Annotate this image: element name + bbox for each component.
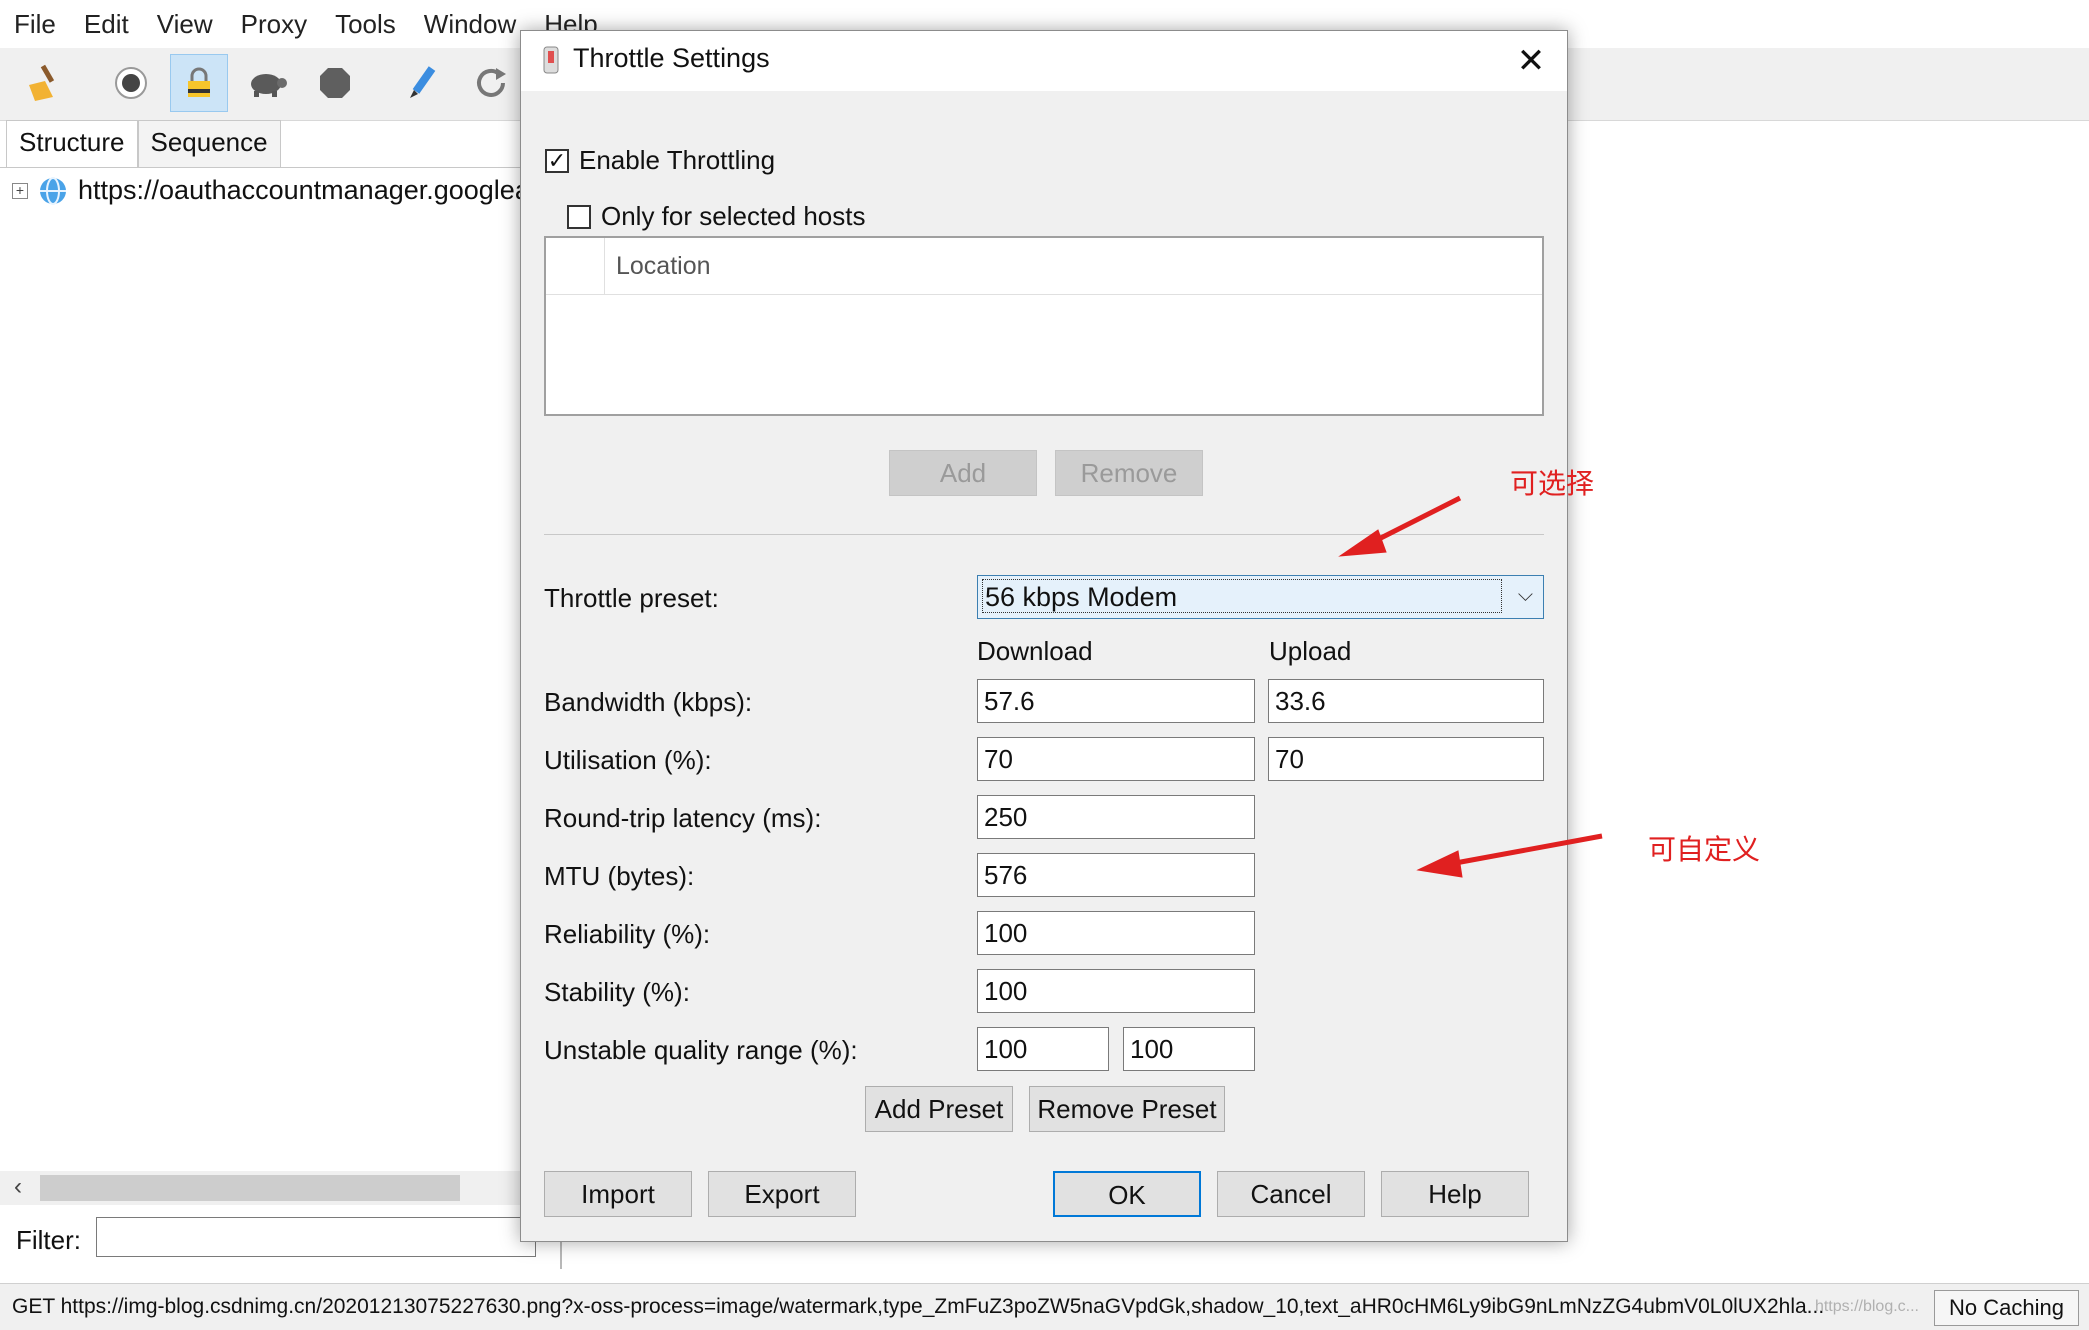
menu-view[interactable]: View: [143, 9, 227, 40]
latency-label: Round-trip latency (ms):: [544, 803, 822, 833]
no-caching-button[interactable]: No Caching: [1934, 1290, 2079, 1326]
hosts-table[interactable]: Location: [544, 236, 1544, 416]
menu-tools[interactable]: Tools: [321, 9, 410, 40]
cancel-button[interactable]: Cancel: [1217, 1171, 1365, 1217]
hosts-table-col-select: [546, 238, 605, 294]
throttle-settings-dialog: Throttle Settings ✕ ✓ Enable Throttling …: [520, 30, 1568, 1242]
enable-throttling-row[interactable]: ✓ Enable Throttling: [545, 145, 775, 176]
stability-input[interactable]: 100: [977, 969, 1255, 1013]
app-icon: [543, 46, 559, 74]
separator: [544, 534, 1544, 535]
menu-edit[interactable]: Edit: [70, 9, 143, 40]
refresh-icon[interactable]: [462, 54, 520, 112]
selected-hosts-label: Only for selected hosts: [601, 201, 866, 231]
menu-window[interactable]: Window: [410, 9, 530, 40]
ok-button[interactable]: OK: [1053, 1171, 1201, 1217]
reliability-label: Reliability (%):: [544, 919, 711, 949]
annotation-selectable: 可选择: [1510, 468, 1595, 499]
throttle-preset-label: Throttle preset:: [544, 583, 719, 613]
turtle-icon[interactable]: [238, 54, 296, 112]
mtu-input[interactable]: 576: [977, 853, 1255, 897]
filter-input[interactable]: [96, 1217, 536, 1257]
tab-structure[interactable]: Structure: [6, 120, 138, 168]
export-button[interactable]: Export: [708, 1171, 856, 1217]
upload-header: Upload: [1269, 636, 1352, 666]
utilisation-upload-input[interactable]: 70: [1268, 737, 1544, 781]
help-button[interactable]: Help: [1381, 1171, 1529, 1217]
selected-hosts-row[interactable]: Only for selected hosts: [567, 201, 865, 232]
scrollbar-thumb[interactable]: [40, 1175, 460, 1201]
enable-throttling-checkbox[interactable]: ✓: [545, 148, 569, 173]
add-preset-button[interactable]: Add Preset: [865, 1086, 1013, 1132]
download-header: Download: [977, 636, 1093, 666]
tab-sequence[interactable]: Sequence: [137, 120, 281, 167]
view-tabs: Structure Sequence: [6, 120, 281, 168]
utilisation-download-input[interactable]: 70: [977, 737, 1255, 781]
close-icon[interactable]: ✕: [1509, 39, 1553, 83]
pen-icon[interactable]: [394, 54, 452, 112]
unstable-range-min-input[interactable]: 100: [977, 1027, 1109, 1071]
bandwidth-download-input[interactable]: 57.6: [977, 679, 1255, 723]
dialog-title: Throttle Settings: [573, 43, 770, 73]
scroll-left-icon[interactable]: ‹: [14, 1173, 22, 1201]
unstable-range-max-input[interactable]: 100: [1123, 1027, 1255, 1071]
stability-label: Stability (%):: [544, 977, 690, 1007]
remove-preset-button[interactable]: Remove Preset: [1029, 1086, 1225, 1132]
annotation-customizable: 可自定义: [1648, 834, 1761, 865]
dialog-title-bar[interactable]: Throttle Settings ✕: [521, 31, 1567, 91]
tabs-divider: [0, 167, 560, 168]
add-host-button[interactable]: Add: [889, 450, 1037, 496]
watermark: https://blog.c...: [1814, 1298, 1919, 1315]
broom-icon[interactable]: [14, 54, 72, 112]
tree-item-label: https://oauthaccountmanager.googlea: [78, 175, 530, 205]
tree-item-host[interactable]: + https://oauthaccountmanager.googlea: [12, 175, 552, 206]
status-text: GET https://img-blog.csdnimg.cn/20201213…: [12, 1295, 1825, 1318]
stop-icon[interactable]: [306, 54, 364, 112]
unstable-range-label: Unstable quality range (%):: [544, 1035, 858, 1065]
record-icon[interactable]: [102, 54, 160, 112]
throttle-preset-value: 56 kbps Modem: [982, 579, 1502, 613]
import-button[interactable]: Import: [544, 1171, 692, 1217]
hosts-table-header: Location: [546, 238, 1542, 295]
utilisation-label: Utilisation (%):: [544, 745, 712, 775]
expand-icon[interactable]: +: [12, 182, 28, 199]
mtu-label: MTU (bytes):: [544, 861, 695, 891]
filter-label: Filter:: [16, 1225, 81, 1255]
menu-proxy[interactable]: Proxy: [227, 9, 321, 40]
menu-file[interactable]: File: [0, 9, 70, 40]
enable-throttling-label: Enable Throttling: [579, 145, 776, 175]
ssl-lock-icon[interactable]: [170, 54, 228, 112]
hosts-table-col-location[interactable]: Location: [616, 252, 711, 281]
globe-icon: [40, 176, 66, 205]
bandwidth-label: Bandwidth (kbps):: [544, 687, 753, 717]
reliability-input[interactable]: 100: [977, 911, 1255, 955]
remove-host-button[interactable]: Remove: [1055, 450, 1203, 496]
status-bar: GET https://img-blog.csdnimg.cn/20201213…: [0, 1283, 2089, 1330]
structure-pane: Structure Sequence + https://oauthaccoun…: [0, 120, 562, 1269]
bandwidth-upload-input[interactable]: 33.6: [1268, 679, 1544, 723]
horizontal-scrollbar[interactable]: ‹: [0, 1171, 560, 1205]
throttle-preset-select[interactable]: 56 kbps Modem ⌵: [977, 575, 1544, 619]
latency-input[interactable]: 250: [977, 795, 1255, 839]
chevron-down-icon[interactable]: ⌵: [1518, 584, 1533, 607]
selected-hosts-checkbox[interactable]: [567, 204, 591, 229]
